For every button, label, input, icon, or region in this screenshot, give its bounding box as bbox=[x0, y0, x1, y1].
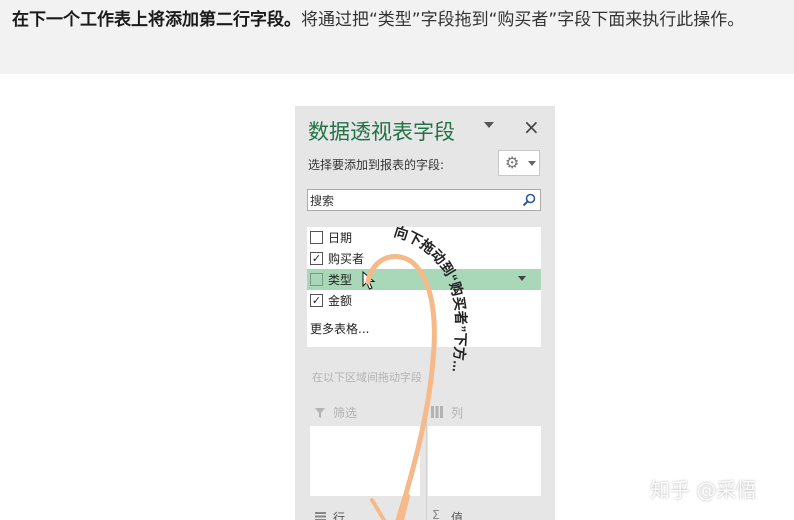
intro-bold-text: 在下一个工作表上将添加第二行字段。 bbox=[12, 10, 301, 30]
search-placeholder: 搜索 bbox=[310, 194, 335, 208]
field-label: 金额 bbox=[328, 294, 353, 308]
intro-paragraph: 在下一个工作表上将添加第二行字段。将通过把“类型”字段拖到“购买者”字段下面来执… bbox=[12, 4, 787, 36]
columns-area-label: 列 bbox=[451, 406, 464, 420]
chevron-down-icon[interactable] bbox=[484, 122, 494, 128]
filter-drop-area[interactable] bbox=[310, 426, 420, 496]
search-icon[interactable] bbox=[521, 192, 537, 208]
drag-areas-hint: 在以下区域间拖动字段 bbox=[312, 371, 422, 384]
filter-icon bbox=[315, 408, 325, 418]
field-label: 日期 bbox=[328, 231, 353, 245]
caret-down-icon bbox=[528, 161, 536, 166]
intro-normal-text: 将通过把“类型”字段拖到“购买者”字段下面来执行此操作。 bbox=[301, 10, 745, 30]
field-row-date[interactable]: 日期 bbox=[307, 227, 541, 248]
watermark: 知乎 @采悟 bbox=[650, 478, 757, 502]
checkbox[interactable]: ✓ bbox=[310, 294, 323, 307]
area-divider bbox=[426, 398, 427, 520]
gear-icon: ⚙ bbox=[505, 153, 520, 172]
field-label: 类型 bbox=[328, 273, 353, 287]
field-row-amount[interactable]: ✓ 金额 bbox=[307, 290, 541, 311]
more-tables-link[interactable]: 更多表格... bbox=[310, 320, 369, 337]
checkbox[interactable] bbox=[310, 231, 323, 244]
columns-drop-area[interactable] bbox=[428, 426, 541, 496]
columns-icon bbox=[431, 406, 443, 418]
pane-title: 数据透视表字段 bbox=[308, 120, 455, 144]
field-list: 日期 ✓ 购买者 类型 ✓ 金额 更多表格... bbox=[307, 227, 541, 347]
checkbox[interactable] bbox=[310, 273, 323, 286]
close-icon[interactable]: × bbox=[523, 114, 540, 140]
chevron-down-icon[interactable] bbox=[518, 276, 526, 281]
rows-icon bbox=[315, 512, 326, 520]
values-area-label: 值 bbox=[451, 511, 464, 520]
field-row-type[interactable]: 类型 bbox=[307, 269, 541, 290]
field-label: 购买者 bbox=[328, 252, 365, 266]
field-row-buyer[interactable]: ✓ 购买者 bbox=[307, 248, 541, 269]
filter-area-label: 筛选 bbox=[333, 406, 358, 420]
checkbox[interactable]: ✓ bbox=[310, 252, 323, 265]
sigma-icon: Σ bbox=[432, 508, 440, 520]
pivot-field-pane: 数据透视表字段 × 选择要添加到报表的字段: ⚙ 搜索 日期 ✓ 购买者 类型 … bbox=[295, 106, 555, 520]
rows-area-label: 行 bbox=[333, 511, 346, 520]
tools-button[interactable]: ⚙ bbox=[498, 150, 540, 176]
choose-fields-label: 选择要添加到报表的字段: bbox=[308, 158, 445, 172]
mouse-pointer-icon bbox=[362, 271, 376, 290]
search-input[interactable]: 搜索 bbox=[307, 189, 541, 211]
